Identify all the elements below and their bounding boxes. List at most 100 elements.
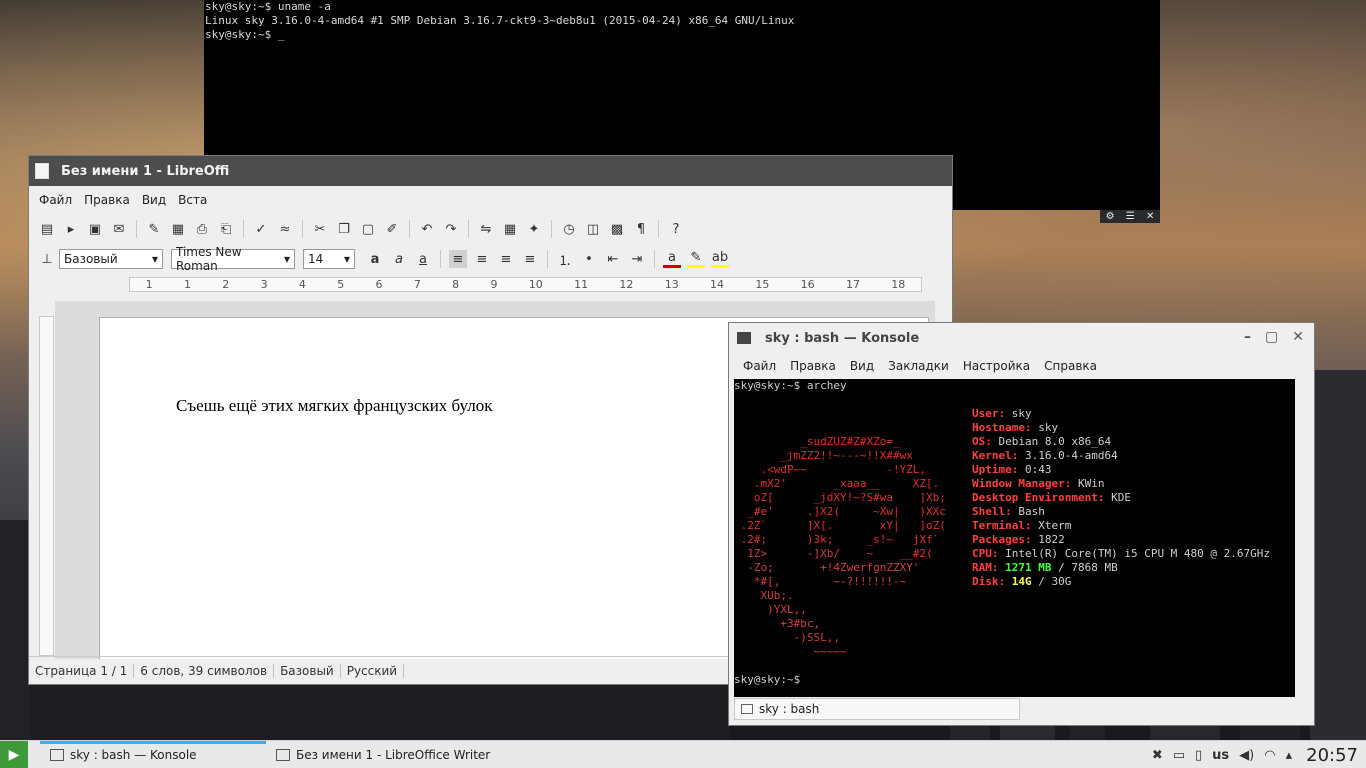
align-left-icon[interactable]: ≡ (449, 250, 467, 268)
notes-icon[interactable]: ▭ (1173, 748, 1185, 763)
new-doc-icon[interactable]: ▤ (38, 220, 56, 238)
decrease-indent-icon[interactable]: ⇤ (604, 250, 622, 268)
print-icon[interactable]: ⎙ (193, 220, 211, 238)
gallery-icon[interactable]: ◫ (584, 220, 602, 238)
konsole-titlebar[interactable]: sky : bash — Konsole – ▢ ✕ (729, 323, 1314, 353)
formatting-marks-icon[interactable]: ¶ (632, 220, 650, 238)
konsole-terminal[interactable]: sky@sky:~$ archey _sudZUZ#Z#XZo=_ _jmZZ2… (734, 379, 1295, 697)
clock[interactable]: 20:57 (1306, 745, 1358, 766)
justify-icon[interactable]: ≡ (521, 250, 539, 268)
char-background-icon[interactable]: ab (711, 250, 729, 268)
find-icon[interactable]: ⇋ (477, 220, 495, 238)
clone-format-icon[interactable]: ✐ (383, 220, 401, 238)
taskbar: ▶ sky : bash — Konsole Без имени 1 - Lib… (0, 740, 1366, 768)
wifi-icon[interactable]: ◠ (1264, 748, 1275, 763)
paragraph-style-value: Базовый (64, 252, 118, 266)
font-color-icon[interactable]: a (663, 250, 681, 268)
settings-icon[interactable]: ⚙ (1106, 211, 1115, 222)
tools-icon[interactable]: ✖ (1152, 748, 1163, 763)
system-tray: ✖ ▭ ▯ us ◀) ◠ ▴ 20:57 (1152, 741, 1358, 768)
styles-icon[interactable]: ⊥ (38, 250, 56, 268)
writer-menubar: Файл Правка Вид Вста (29, 186, 952, 214)
volume-icon[interactable]: ◀) (1239, 748, 1254, 763)
paste-icon[interactable]: ▢ (359, 220, 377, 238)
minimize-icon[interactable]: – (1244, 329, 1251, 345)
menu-bookmarks[interactable]: Закладки (888, 359, 949, 373)
document-text[interactable]: Съешь ещё этих мягких французских булок (176, 396, 493, 416)
increase-indent-icon[interactable]: ⇥ (628, 250, 646, 268)
numbering-icon[interactable]: ⒈ (556, 250, 574, 269)
close-icon[interactable]: ✕ (1146, 211, 1154, 222)
underline-icon[interactable]: a (414, 250, 432, 268)
chevron-down-icon: ▾ (343, 252, 350, 266)
open-icon[interactable]: ▸ (62, 220, 80, 238)
prompt-line: sky@sky:~$ archey (734, 379, 847, 392)
save-icon[interactable]: ▣ (86, 220, 104, 238)
document-icon (35, 163, 49, 179)
menu-edit[interactable]: Правка (84, 193, 130, 207)
task-konsole[interactable]: sky : bash — Konsole (40, 740, 266, 768)
terminal-tab[interactable]: sky : bash (734, 698, 1020, 720)
export-pdf-icon[interactable]: ▦ (169, 220, 187, 238)
font-size-select[interactable]: 14 ▾ (303, 249, 355, 269)
datasources-icon[interactable]: ▩ (608, 220, 626, 238)
menu-view[interactable]: Вид (850, 359, 874, 373)
task-writer[interactable]: Без имени 1 - LibreOffice Writer (266, 741, 500, 768)
keyboard-layout[interactable]: us (1212, 748, 1229, 763)
task-label: Без имени 1 - LibreOffice Writer (296, 747, 491, 762)
print-preview-icon[interactable]: ⎗ (217, 220, 235, 238)
konsole-window: sky : bash — Konsole – ▢ ✕ Файл Правка В… (728, 322, 1315, 726)
terminal-line: sky@sky:~$ uname -a (205, 0, 331, 13)
autospell-icon[interactable]: ≈ (276, 220, 294, 238)
email-icon[interactable]: ✉ (110, 220, 128, 238)
menu-icon[interactable]: ☰ (1126, 211, 1135, 222)
status-words[interactable]: 6 слов, 39 символов (134, 663, 275, 678)
spellcheck-icon[interactable]: ✓ (252, 220, 270, 238)
status-style[interactable]: Базовый (274, 663, 341, 678)
terminal-controls: ⚙ ☰ ✕ (1100, 210, 1160, 223)
redo-icon[interactable]: ↷ (442, 220, 460, 238)
app-launcher-icon[interactable]: ▶ (0, 740, 28, 768)
debian-logo-art: _sudZUZ#Z#XZo=_ _jmZZ2!!~---~!!X##wx .<w… (734, 435, 946, 658)
menu-insert[interactable]: Вста (178, 193, 207, 207)
table-icon[interactable]: ▦ (501, 220, 519, 238)
clipboard-icon[interactable]: ▯ (1195, 748, 1202, 763)
copy-icon[interactable]: ❐ (335, 220, 353, 238)
highlight-icon[interactable]: ✎ (687, 250, 705, 268)
bullets-icon[interactable]: • (580, 250, 598, 268)
cut-icon[interactable]: ✂ (311, 220, 329, 238)
status-page[interactable]: Страница 1 / 1 (29, 663, 135, 678)
bold-icon[interactable]: a (366, 250, 384, 268)
menu-file[interactable]: Файл (743, 359, 776, 373)
font-size-value: 14 (308, 252, 324, 266)
close-icon[interactable]: ✕ (1292, 329, 1304, 345)
expand-tray-icon[interactable]: ▴ (1286, 748, 1293, 763)
standard-toolbar: ▤ ▸ ▣ ✉ ✎ ▦ ⎙ ⎗ ✓ ≈ ✂ ❐ ▢ ✐ ↶ ↷ ⇋ ▦ ✦ ◷ … (29, 214, 952, 244)
konsole-menubar: Файл Правка Вид Закладки Настройка Справ… (729, 353, 1314, 379)
chevron-down-icon: ▾ (151, 252, 158, 266)
edit-icon[interactable]: ✎ (145, 220, 163, 238)
horizontal-ruler[interactable]: 1 1 2 3 4 5 6 7 8 9 10 11 12 13 14 15 16 17 18 (129, 277, 922, 292)
align-right-icon[interactable]: ≡ (497, 250, 515, 268)
menu-help[interactable]: Справка (1044, 359, 1097, 373)
undo-icon[interactable]: ↶ (418, 220, 436, 238)
navigator-icon[interactable]: ◷ (560, 220, 578, 238)
writer-titlebar[interactable]: Без имени 1 - LibreOffi (29, 156, 952, 186)
document-icon (276, 748, 290, 761)
terminal-icon (741, 704, 753, 714)
draw-icon[interactable]: ✦ (525, 220, 543, 238)
help-icon[interactable]: ? (667, 220, 685, 238)
status-language[interactable]: Русский (341, 663, 405, 678)
align-center-icon[interactable]: ≡ (473, 250, 491, 268)
menu-edit[interactable]: Правка (790, 359, 836, 373)
italic-icon[interactable]: a (390, 250, 408, 268)
menu-view[interactable]: Вид (142, 193, 166, 207)
menu-file[interactable]: Файл (39, 193, 72, 207)
font-name-select[interactable]: Times New Roman ▾ (171, 245, 295, 273)
window-title: sky : bash — Konsole (765, 330, 920, 346)
maximize-icon[interactable]: ▢ (1265, 329, 1278, 345)
font-name-value: Times New Roman (176, 245, 242, 273)
menu-settings[interactable]: Настройка (963, 359, 1030, 373)
paragraph-style-select[interactable]: Базовый ▾ (59, 249, 163, 269)
window-title: Без имени 1 - LibreOffi (61, 163, 230, 179)
